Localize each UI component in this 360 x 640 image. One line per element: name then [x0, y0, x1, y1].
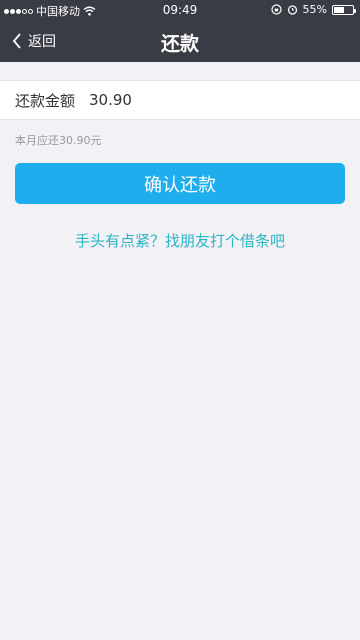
- amount-label: 还款金额: [15, 91, 76, 110]
- amount-row[interactable]: 还款金额 30.90: [0, 80, 360, 120]
- status-right: 55%: [270, 3, 356, 16]
- due-hint: 本月应还30.90元: [15, 134, 102, 147]
- rotation-lock-icon: [270, 4, 282, 15]
- top-bar: 中国移动 09:49 55% 返回 还款: [0, 0, 360, 62]
- amount-input[interactable]: 30.90: [89, 91, 132, 109]
- battery-level: [334, 6, 344, 13]
- battery-icon: [332, 4, 356, 15]
- nav-bar: 返回 还款: [0, 20, 360, 62]
- status-bar: 中国移动 09:49 55%: [0, 0, 360, 20]
- alarm-icon: [287, 5, 297, 15]
- confirm-repay-button[interactable]: 确认还款: [15, 163, 345, 204]
- borrow-from-friend-link[interactable]: 手头有点紧？找朋友打个借条吧: [0, 230, 360, 251]
- page-title: 还款: [160, 33, 199, 55]
- battery-percent: 55%: [302, 3, 327, 16]
